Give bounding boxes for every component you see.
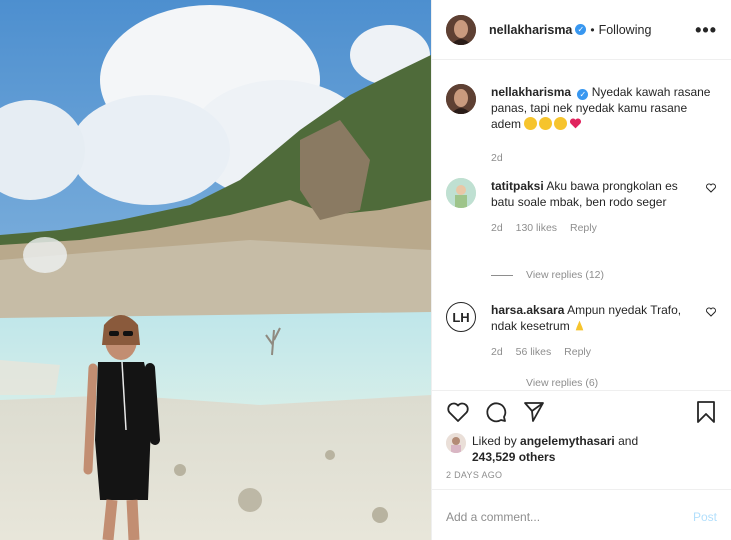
reply-button[interactable]: Reply (564, 346, 591, 358)
reply-button[interactable]: Reply (570, 222, 597, 234)
view-replies-label: View replies (6) (526, 377, 599, 389)
post-photo[interactable] (0, 0, 431, 540)
verified-icon: ✓ (577, 89, 589, 100)
caption-time: 2d (491, 152, 503, 164)
following-button[interactable]: Following (599, 23, 652, 37)
comments-list[interactable]: nellakharisma ✓ Nyedak kawah rasane pana… (432, 60, 731, 390)
comment-likes[interactable]: 56 likes (516, 346, 552, 358)
comment-likes[interactable]: 130 likes (516, 222, 557, 234)
view-replies-button[interactable]: View replies (12) (491, 269, 604, 281)
avatar[interactable] (446, 178, 476, 208)
liked-by-and: and (618, 434, 639, 448)
more-options-icon[interactable]: ••• (695, 21, 717, 39)
verified-icon: ✓ (575, 24, 587, 35)
avatar[interactable] (446, 84, 476, 114)
caption-username[interactable]: nellakharisma (491, 85, 571, 99)
share-icon[interactable] (522, 400, 546, 424)
comment-input[interactable]: Add a comment... (446, 510, 540, 524)
view-replies-label: View replies (12) (526, 269, 605, 281)
separator-dot: • (590, 22, 595, 37)
heart-icon[interactable] (446, 400, 470, 424)
grinning-emoji-icon (524, 117, 538, 130)
liked-by-prefix: Liked by (472, 434, 517, 448)
post-header: nellakharisma ✓ • Following ••• (432, 0, 731, 60)
folded-hands-emoji-icon (573, 319, 586, 332)
comment-username[interactable]: tatitpaksi (491, 179, 544, 193)
post-actions: Liked by angelemythasari and 243,529 oth… (432, 390, 731, 540)
post-button[interactable]: Post (693, 510, 717, 524)
divider-line (491, 274, 513, 276)
red-heart-emoji-icon (569, 117, 582, 130)
comment-icon[interactable] (484, 400, 508, 424)
avatar[interactable]: LH (446, 302, 476, 332)
comment-time: 2d (491, 346, 503, 358)
post-side-panel: nellakharisma ✓ • Following ••• nellakha… (431, 0, 731, 540)
like-comment-icon[interactable] (705, 182, 717, 194)
view-replies-button[interactable]: View replies (6) (491, 377, 598, 389)
liker-avatar[interactable] (446, 433, 466, 453)
heart-eyes-emoji-icon (554, 117, 568, 130)
comment-time: 2d (491, 222, 503, 234)
bookmark-icon[interactable] (695, 400, 717, 424)
winking-emoji-icon (539, 117, 553, 130)
post-timestamp[interactable]: 2 DAYS AGO (432, 470, 731, 480)
likes-count[interactable]: 243,529 others (472, 450, 555, 464)
add-comment-bar: Add a comment... Post (432, 489, 731, 540)
liked-by-user[interactable]: angelemythasari (520, 434, 615, 448)
instagram-post: nellakharisma ✓ • Following ••• nellakha… (0, 0, 731, 540)
like-comment-icon[interactable] (705, 306, 717, 318)
action-icons (432, 391, 731, 433)
svg-text:LH: LH (452, 310, 469, 325)
author-username[interactable]: nellakharisma (489, 23, 572, 37)
avatar[interactable] (446, 14, 476, 45)
comment-username[interactable]: harsa.aksara (491, 303, 564, 317)
likes-summary: Liked by angelemythasari and 243,529 oth… (432, 433, 731, 465)
